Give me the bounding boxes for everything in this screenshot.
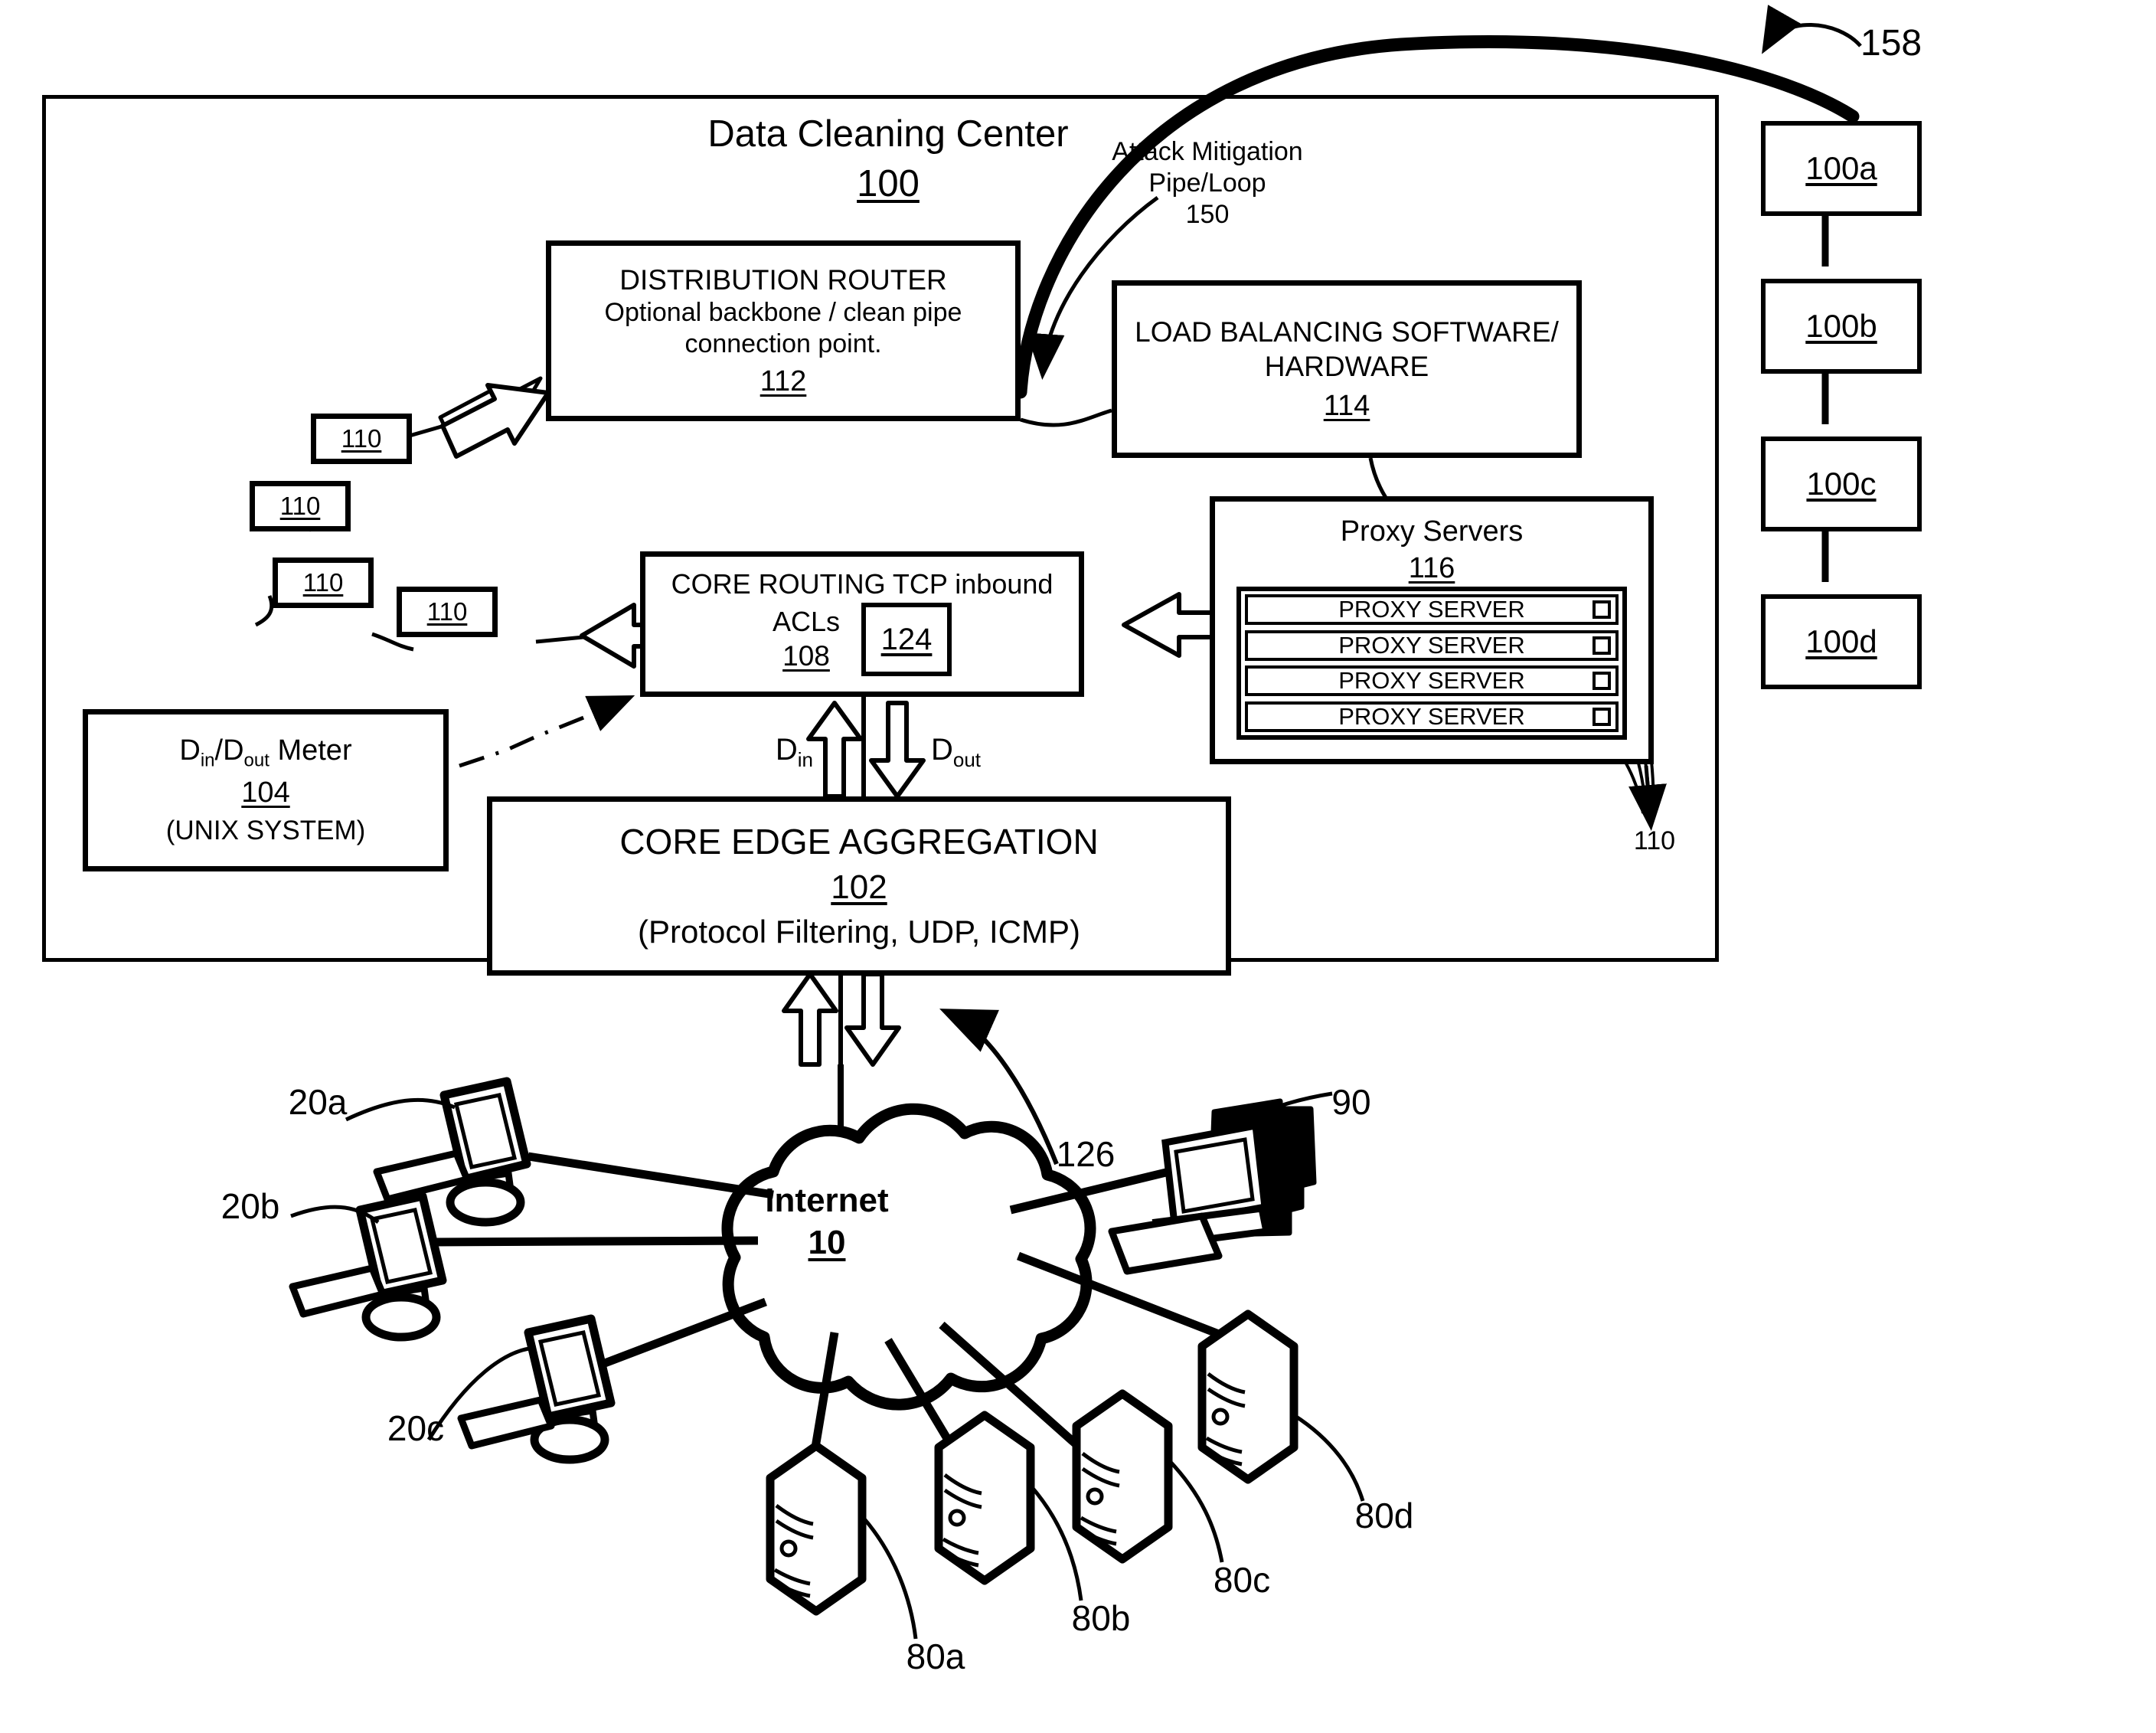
meter-sub-in: in: [200, 750, 215, 771]
proxy-server-row-3[interactable]: PROXY SERVER: [1245, 665, 1619, 697]
center-title: Data Cleaning Center: [707, 113, 1069, 155]
proxy-rack-ref-110: 110: [1633, 826, 1676, 855]
center-ref: 100: [857, 162, 920, 204]
label-80b: 80b: [1071, 1598, 1131, 1638]
cloud-name: Internet: [765, 1182, 889, 1219]
core-routing-inner-ref: 124: [880, 622, 933, 656]
load-balancing-box[interactable]: LOAD BALANCING SOFTWARE/ HARDWARE 114: [1112, 280, 1582, 458]
data-cleaning-center-100b[interactable]: 100b: [1761, 279, 1922, 374]
distribution-router-box[interactable]: DISTRIBUTION ROUTER Optional backbone / …: [546, 240, 1021, 421]
internet-cloud-label: Internet 10: [712, 1179, 942, 1264]
label-80d: 80d: [1354, 1496, 1414, 1535]
data-cleaning-center-100d[interactable]: 100d: [1761, 594, 1922, 689]
core-routing-box[interactable]: CORE ROUTING TCP inbound ACLs 108 124: [640, 551, 1084, 697]
load-balancing-line1: LOAD BALANCING SOFTWARE/: [1135, 316, 1559, 348]
status-led-icon: [1592, 707, 1611, 726]
server-80c-shape: [1072, 1389, 1173, 1564]
distribution-router-line2: Optional backbone / clean pipe: [604, 297, 962, 327]
label-80c: 80c: [1213, 1560, 1271, 1600]
label-80a: 80a: [906, 1637, 965, 1676]
meter-ref: 104: [241, 776, 290, 809]
status-led-icon: [1592, 636, 1611, 655]
page-title: Data Cleaning Center 100: [674, 112, 1102, 207]
attacker-pc-90-shape: [1108, 1098, 1317, 1275]
d-in-label: Din: [775, 733, 813, 771]
label-90: 90: [1331, 1082, 1371, 1122]
din-dout-meter-box[interactable]: Din/Dout Meter 104 (UNIX SYSTEM): [83, 709, 449, 871]
data-cleaning-center-100a[interactable]: 100a: [1761, 121, 1922, 216]
proxy-server-row-3-label: PROXY SERVER: [1338, 667, 1525, 695]
meter-sub-out: out: [243, 750, 270, 771]
proxy-server-rack: PROXY SERVER PROXY SERVER PROXY SERVER P…: [1236, 587, 1627, 740]
attack-mitigation-pipe-label: Attack Mitigation Pipe/Loop 150: [1081, 136, 1334, 230]
proxy-server-row-2[interactable]: PROXY SERVER: [1245, 629, 1619, 661]
load-balancing-ref: 114: [1323, 389, 1370, 422]
proxy-servers-title: Proxy Servers: [1340, 515, 1524, 548]
pipe-label-line1: Attack Mitigation: [1112, 137, 1303, 166]
status-led-icon: [1592, 672, 1611, 691]
d-out-label: Dout: [931, 733, 982, 771]
pipe-label-ref: 150: [1185, 199, 1230, 229]
patent-figure: Data Cleaning Center 100 Attack Mitigati…: [0, 0, 2156, 1733]
label-20a: 20a: [288, 1082, 348, 1122]
proxy-server-row-1[interactable]: PROXY SERVER: [1245, 594, 1619, 625]
core-routing-inner-124-box[interactable]: 124: [861, 602, 952, 676]
proxy-server-row-4[interactable]: PROXY SERVER: [1245, 701, 1619, 732]
distribution-router-line3: connection point.: [684, 329, 882, 359]
core-edge-sub: (Protocol Filtering, UDP, ICMP): [637, 914, 1081, 950]
core-edge-ref: 102: [831, 868, 887, 906]
proxy-server-row-4-label: PROXY SERVER: [1338, 702, 1525, 730]
router-110-chip-2[interactable]: 110: [250, 481, 351, 531]
label-20c: 20c: [387, 1408, 445, 1448]
router-110-chip-1[interactable]: 110: [311, 414, 412, 464]
router-110-chip-3[interactable]: 110: [273, 558, 374, 608]
server-80b-shape: [934, 1411, 1035, 1585]
workstation-20c-shape: [457, 1314, 616, 1464]
cloud-ref: 10: [808, 1224, 846, 1261]
load-balancing-line2: HARDWARE: [1264, 350, 1429, 382]
label-20b: 20b: [220, 1186, 280, 1226]
core-routing-line1: CORE ROUTING TCP inbound: [671, 568, 1054, 600]
core-edge-title: CORE EDGE AGGREGATION: [619, 822, 1099, 862]
router-110-chip-4[interactable]: 110: [397, 587, 498, 637]
core-edge-aggregation-box[interactable]: CORE EDGE AGGREGATION 102 (Protocol Filt…: [487, 796, 1231, 976]
data-cleaning-center-100c[interactable]: 100c: [1761, 437, 1922, 531]
meter-title: Din/Dout Meter: [179, 734, 352, 771]
callout-158: 158: [1860, 23, 1922, 64]
proxy-server-row-2-label: PROXY SERVER: [1338, 631, 1525, 659]
distribution-router-ref: 112: [760, 365, 807, 397]
proxy-servers-ref: 116: [1408, 552, 1455, 585]
status-led-icon: [1592, 600, 1611, 619]
meter-sub: (UNIX SYSTEM): [165, 816, 366, 846]
pipe-label-line2: Pipe/Loop: [1148, 168, 1266, 198]
proxy-server-row-1-label: PROXY SERVER: [1338, 596, 1525, 623]
distribution-router-title: DISTRIBUTION ROUTER: [619, 263, 947, 296]
label-126: 126: [1056, 1134, 1116, 1174]
core-routing-ref: 108: [782, 640, 830, 672]
server-80d-shape: [1197, 1310, 1298, 1484]
server-80a-shape: [766, 1441, 867, 1616]
core-routing-line2: ACLs: [772, 606, 841, 638]
